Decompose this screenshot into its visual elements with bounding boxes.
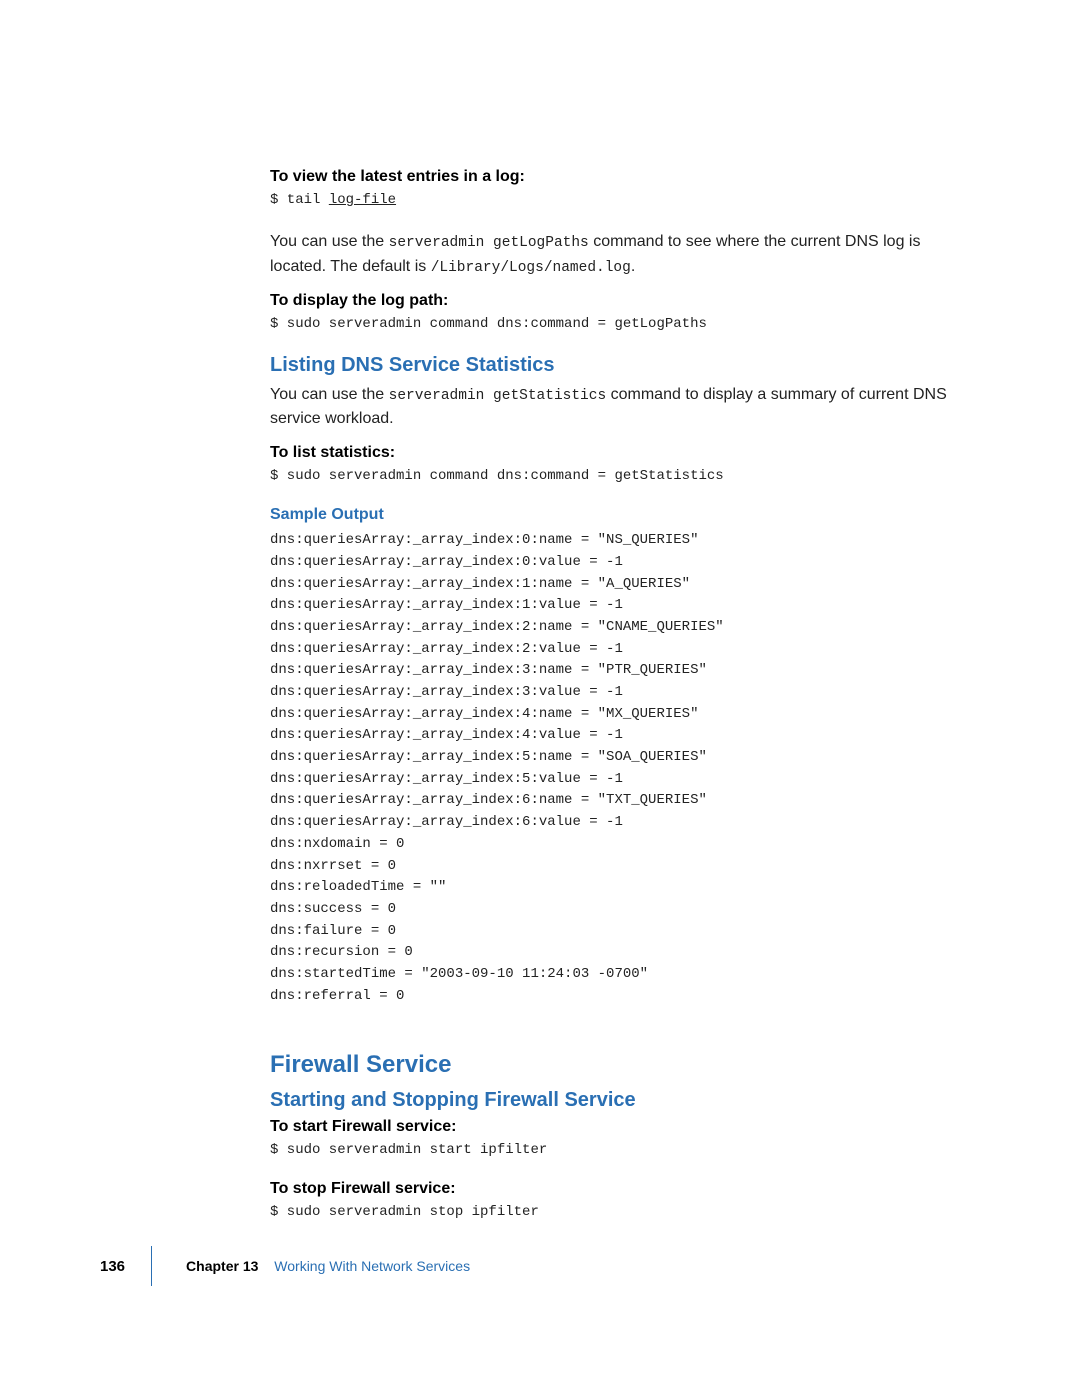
paragraph-getstats: You can use the serveradmin getStatistic… bbox=[270, 383, 960, 433]
heading-start-stop-firewall: Starting and Stopping Firewall Service bbox=[270, 1089, 960, 1112]
heading-view-log: To view the latest entries in a log: bbox=[270, 168, 960, 186]
heading-to-list-stats: To list statistics: bbox=[270, 444, 960, 462]
footer-chapter: Chapter 13 Working With Network Services bbox=[186, 1258, 470, 1274]
chapter-label: Chapter 13 bbox=[186, 1258, 258, 1274]
page-footer: 136 Chapter 13 Working With Network Serv… bbox=[100, 1245, 470, 1287]
heading-to-start-firewall: To start Firewall service: bbox=[270, 1118, 960, 1136]
code-stop-ipfilter: $ sudo serveradmin stop ipfilter bbox=[270, 1204, 960, 1220]
heading-listing-stats: Listing DNS Service Statistics bbox=[270, 354, 960, 377]
sample-output-block: dns:queriesArray:_array_index:0:name = "… bbox=[270, 530, 960, 1007]
page-content: To view the latest entries in a log: $ t… bbox=[0, 0, 1080, 1220]
code-getstatistics: $ sudo serveradmin command dns:command =… bbox=[270, 468, 960, 484]
code-getlogpaths: $ sudo serveradmin command dns:command =… bbox=[270, 316, 960, 332]
footer-divider bbox=[151, 1246, 152, 1286]
heading-sample-output: Sample Output bbox=[270, 506, 960, 524]
code-tail: $ tail log-file bbox=[270, 192, 960, 208]
chapter-title: Working With Network Services bbox=[274, 1258, 470, 1274]
heading-firewall-service: Firewall Service bbox=[270, 1051, 960, 1079]
heading-to-stop-firewall: To stop Firewall service: bbox=[270, 1180, 960, 1198]
page-number: 136 bbox=[100, 1258, 125, 1275]
heading-display-log-path: To display the log path: bbox=[270, 292, 960, 310]
paragraph-getlogpaths: You can use the serveradmin getLogPaths … bbox=[270, 230, 960, 280]
code-start-ipfilter: $ sudo serveradmin start ipfilter bbox=[270, 1142, 960, 1158]
